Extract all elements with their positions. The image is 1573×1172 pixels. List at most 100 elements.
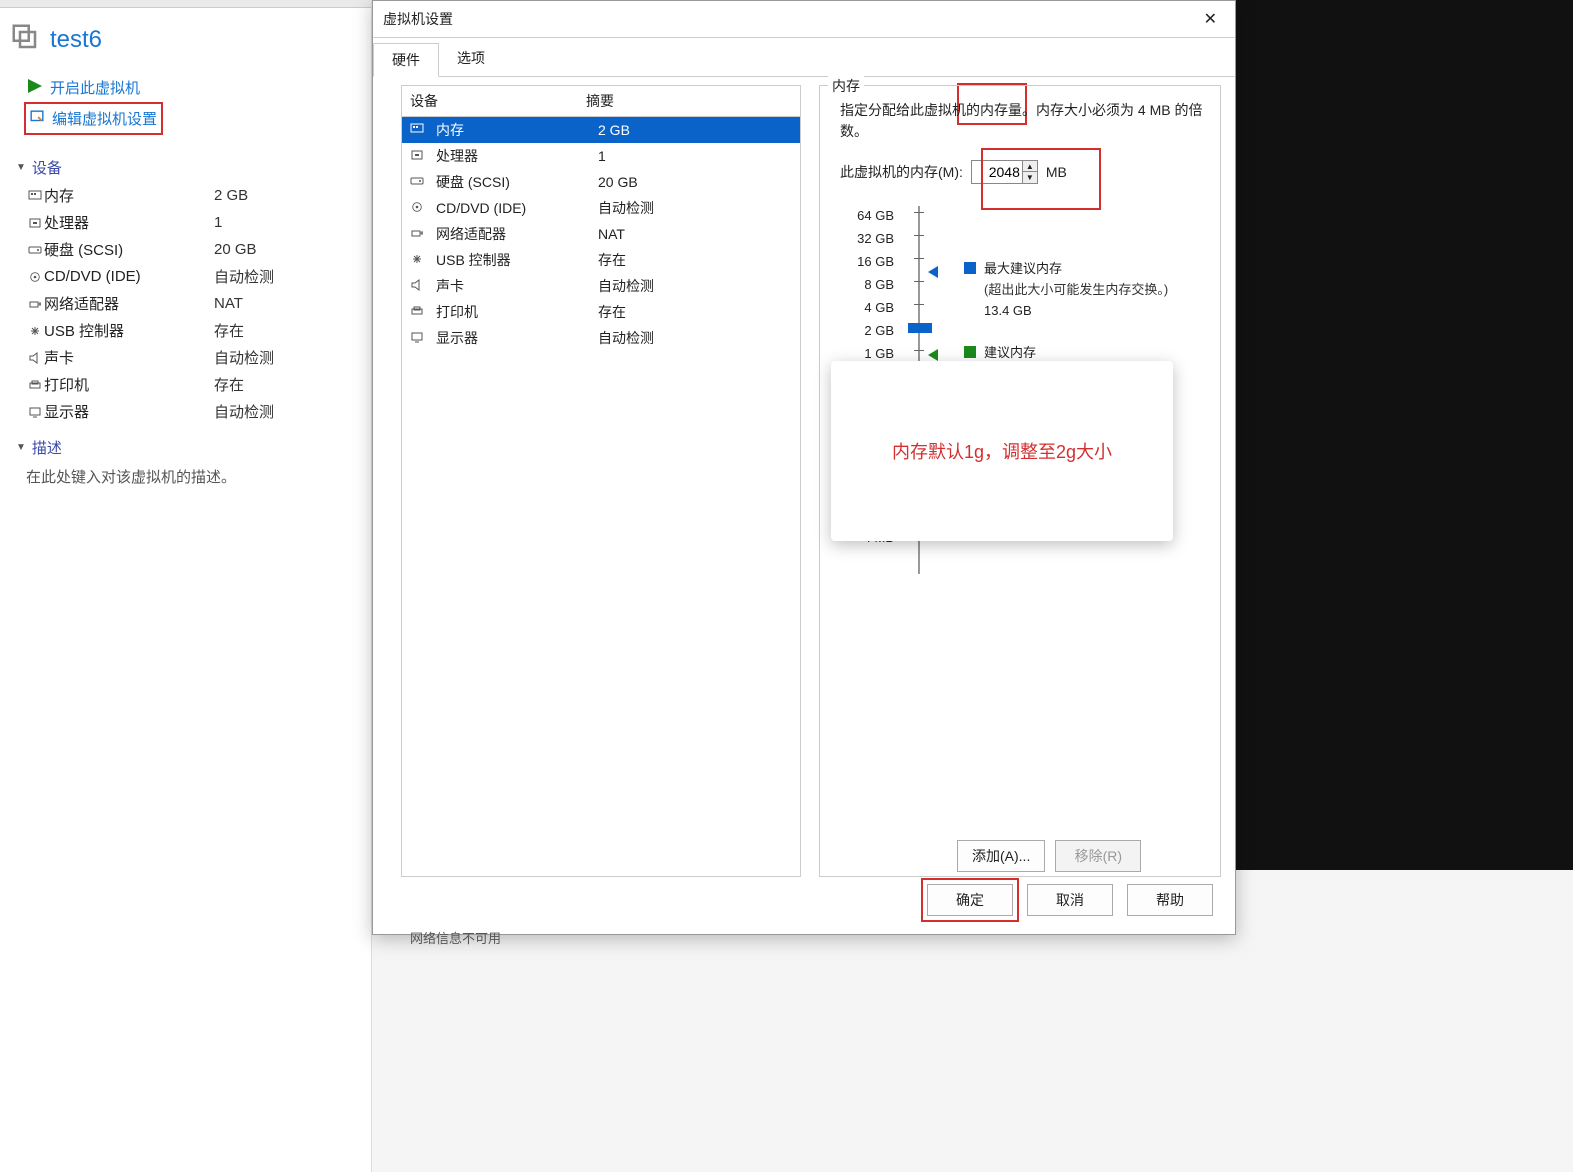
cancel-button[interactable]: 取消 <box>1027 884 1113 916</box>
devices-list: 内存2 GB处理器1硬盘 (SCSI)20 GBCD/DVD (IDE)自动检测… <box>0 182 371 425</box>
device-value: 1 <box>214 214 222 231</box>
help-button[interactable]: 帮助 <box>1127 884 1213 916</box>
memory-unit: MB <box>1046 164 1067 180</box>
expand-icon: ▼ <box>16 442 26 453</box>
device-icon <box>26 271 44 283</box>
device-value: 自动检测 <box>214 266 274 287</box>
hardware-item[interactable]: 打印机存在 <box>402 299 800 325</box>
device-row[interactable]: 处理器1 <box>0 209 371 236</box>
device-row[interactable]: 硬盘 (SCSI)20 GB <box>0 236 371 263</box>
add-button[interactable]: 添加(A)... <box>957 840 1045 872</box>
hardware-item[interactable]: 内存2 GB <box>402 117 800 143</box>
marker-max <box>928 266 938 278</box>
power-on-button[interactable]: 开启此虚拟机 <box>24 73 144 102</box>
statusbar-fragment: 网络信息不可用 <box>410 928 501 947</box>
vm-panel: test6 开启此虚拟机 编辑虚拟机设置 ▼ 设备 内存2 GB处理器1硬盘 (… <box>0 0 372 1172</box>
device-icon <box>410 278 424 294</box>
spinner-down-icon[interactable]: ▼ <box>1023 172 1037 183</box>
close-button[interactable]: ✕ <box>1196 7 1225 31</box>
vm-icon <box>10 22 40 57</box>
slider-tick-mark <box>914 258 924 259</box>
dialog-title: 虚拟机设置 <box>383 9 453 29</box>
hardware-item[interactable]: 硬盘 (SCSI) 20 GB <box>402 169 800 195</box>
tab-options[interactable]: 选项 <box>439 42 503 76</box>
device-value: NAT <box>214 295 243 312</box>
marker-recommended <box>928 349 938 361</box>
device-icon <box>410 200 424 216</box>
edit-settings-button[interactable]: 编辑虚拟机设置 <box>24 102 163 135</box>
device-icon <box>26 325 44 337</box>
memory-input[interactable] <box>972 161 1022 183</box>
hardware-item-value: NAT <box>598 226 625 242</box>
description-placeholder[interactable]: 在此处键入对该虚拟机的描述。 <box>0 462 371 487</box>
hardware-item[interactable]: CD/DVD (IDE)自动检测 <box>402 195 800 221</box>
device-value: 存在 <box>214 374 244 395</box>
legend-max-sub2: 13.4 GB <box>984 301 1168 322</box>
memory-input-row: 此虚拟机的内存(M): ▲ ▼ MB <box>840 160 1206 184</box>
slider-tick: 2 GB <box>834 319 894 342</box>
power-on-label: 开启此虚拟机 <box>50 77 140 98</box>
spinner-up-icon[interactable]: ▲ <box>1023 161 1037 172</box>
device-row[interactable]: 声卡自动检测 <box>0 344 371 371</box>
device-icon <box>26 379 44 391</box>
device-icon <box>410 174 424 190</box>
hardware-list-buttons: 添加(A)... 移除(R) <box>957 840 1141 872</box>
hardware-item[interactable]: 处理器1 <box>402 143 800 169</box>
hardware-item-value: 20 GB <box>598 174 638 190</box>
description-section-header[interactable]: ▼ 描述 <box>0 425 371 462</box>
hardware-item-label: 显示器 <box>436 328 586 348</box>
device-row[interactable]: USB 控制器存在 <box>0 317 371 344</box>
device-icon <box>26 298 44 310</box>
slider-tick: 16 GB <box>834 250 894 273</box>
remove-button: 移除(R) <box>1055 840 1141 872</box>
play-icon <box>28 79 42 97</box>
vm-actions: 开启此虚拟机 编辑虚拟机设置 <box>0 67 371 145</box>
device-icon <box>26 244 44 256</box>
device-value: 存在 <box>214 320 244 341</box>
device-label: 声卡 <box>44 347 214 368</box>
hardware-item[interactable]: USB 控制器存在 <box>402 247 800 273</box>
description-section-label: 描述 <box>32 437 62 458</box>
legend-max-sub1: (超出此大小可能发生内存交换。) <box>984 280 1168 301</box>
hardware-item-value: 存在 <box>598 250 626 270</box>
hardware-item-label: 硬盘 (SCSI) <box>436 172 586 192</box>
device-label: 处理器 <box>44 212 214 233</box>
ok-button[interactable]: 确定 <box>927 884 1013 916</box>
device-icon <box>26 217 44 229</box>
slider-thumb[interactable] <box>908 323 932 333</box>
device-icon <box>410 148 424 164</box>
slider-tick: 32 GB <box>834 227 894 250</box>
slider-tick: 4 GB <box>834 296 894 319</box>
device-icon <box>410 252 424 268</box>
hardware-item-value: 自动检测 <box>598 328 654 348</box>
hardware-item-value: 自动检测 <box>598 198 654 218</box>
hardware-item[interactable]: 网络适配器 NAT <box>402 221 800 247</box>
device-row[interactable]: 打印机存在 <box>0 371 371 398</box>
memory-spinner[interactable]: ▲ ▼ <box>971 160 1038 184</box>
device-label: CD/DVD (IDE) <box>44 268 214 285</box>
device-label: 网络适配器 <box>44 293 214 314</box>
device-icon <box>410 304 424 320</box>
device-icon <box>410 330 424 346</box>
hardware-list-header: 设备 摘要 <box>402 86 800 117</box>
device-value: 自动检测 <box>214 347 274 368</box>
device-icon <box>26 190 44 202</box>
devices-section-label: 设备 <box>32 157 62 178</box>
tab-hardware[interactable]: 硬件 <box>373 43 439 77</box>
devices-section-header[interactable]: ▼ 设备 <box>0 145 371 182</box>
slider-tick-mark <box>914 235 924 236</box>
col-device: 设备 <box>410 91 574 111</box>
background-dark <box>1236 0 1573 870</box>
device-icon <box>410 226 424 242</box>
device-icon <box>26 406 44 418</box>
hardware-item-label: 内存 <box>436 120 586 140</box>
device-label: 内存 <box>44 185 214 206</box>
device-row[interactable]: 网络适配器NAT <box>0 290 371 317</box>
device-row[interactable]: 显示器自动检测 <box>0 398 371 425</box>
hardware-item-label: 网络适配器 <box>436 224 586 244</box>
device-label: 硬盘 (SCSI) <box>44 239 214 260</box>
hardware-item[interactable]: 显示器自动检测 <box>402 325 800 351</box>
device-row[interactable]: CD/DVD (IDE)自动检测 <box>0 263 371 290</box>
device-row[interactable]: 内存2 GB <box>0 182 371 209</box>
hardware-item[interactable]: 声卡自动检测 <box>402 273 800 299</box>
